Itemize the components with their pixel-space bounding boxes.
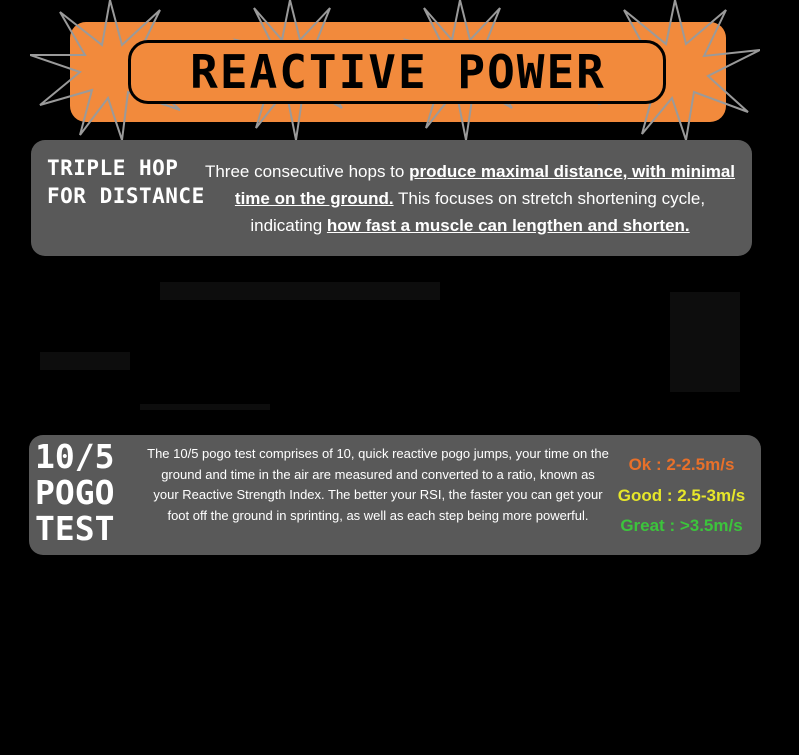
pogo-heading: 10/5 POGO TEST <box>35 437 115 548</box>
rating-ok: Ok : 2-2.5m/s <box>628 455 735 474</box>
faint-bar <box>670 292 740 392</box>
triple-hop-heading: TRIPLE HOP FOR DISTANCE <box>47 156 205 208</box>
triple-hop-card: TRIPLE HOP FOR DISTANCE Three consecutiv… <box>31 140 752 256</box>
triple-hop-emphasis-2: how fast a muscle can lengthen and short… <box>326 216 690 235</box>
pogo-card: 10/5 POGO TEST The 10/5 pogo test compri… <box>29 435 761 555</box>
faint-bar <box>140 404 270 410</box>
triple-hop-description: Three consecutive hops to produce maxima… <box>203 158 737 239</box>
rating-great: Great : >3.5m/s <box>620 516 743 535</box>
pogo-description: The 10/5 pogo test comprises of 10, quic… <box>147 446 609 523</box>
title-banner: REACTIVE POWER <box>30 0 760 140</box>
rating-good: Good : 2.5-3m/s <box>617 486 746 505</box>
faint-bar <box>160 282 440 300</box>
faint-bar <box>40 352 130 370</box>
triple-hop-text-1: Three consecutive hops to <box>204 162 410 181</box>
faint-background-region <box>40 272 752 422</box>
page-title: REACTIVE POWER <box>190 45 606 99</box>
